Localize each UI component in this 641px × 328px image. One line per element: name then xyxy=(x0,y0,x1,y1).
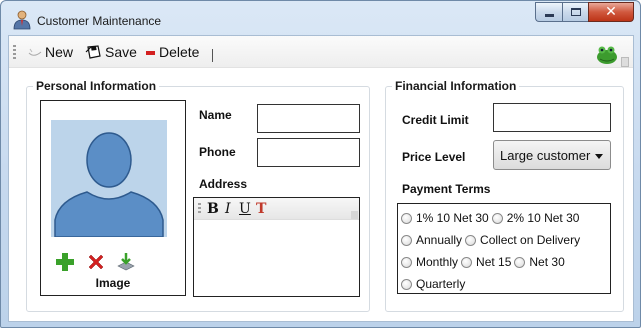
financial-information-group: Financial Information Credit Limit Price… xyxy=(385,79,624,312)
radio-icon[interactable] xyxy=(491,212,503,224)
payment-term-label: Collect on Delivery xyxy=(480,233,581,247)
financial-information-title: Financial Information xyxy=(392,79,520,93)
payment-term-label: 1% 10 Net 30 xyxy=(416,211,489,225)
formatting-toolbar-grip[interactable] xyxy=(198,203,201,215)
payment-term-label: 2% 10 Net 30 xyxy=(506,211,580,225)
user-icon xyxy=(13,10,31,30)
payment-term-option[interactable]: Net 30 xyxy=(514,251,565,273)
minimize-icon xyxy=(544,13,554,17)
client-area: New Save Delete Personal Information Ima… xyxy=(8,35,634,322)
save-disk-icon xyxy=(85,45,101,59)
toolbar-overflow-dropdown[interactable] xyxy=(621,57,629,67)
image-label: Image xyxy=(95,276,131,290)
phone-input[interactable] xyxy=(257,138,360,167)
window-title: Customer Maintenance xyxy=(37,14,162,28)
maximize-icon xyxy=(570,8,581,16)
italic-button[interactable]: I xyxy=(225,201,231,217)
payment-term-option[interactable]: Net 15 xyxy=(461,251,511,273)
frog-icon[interactable] xyxy=(595,44,619,66)
formatting-overflow-dropdown[interactable] xyxy=(351,211,358,219)
address-rich-text-box[interactable]: B I U T xyxy=(193,197,360,297)
radio-icon[interactable] xyxy=(461,256,473,268)
radio-icon[interactable] xyxy=(401,234,412,246)
address-label: Address xyxy=(199,177,248,191)
maximize-button[interactable] xyxy=(562,2,588,22)
radio-icon[interactable] xyxy=(465,234,477,246)
price-level-combobox[interactable]: Large customer xyxy=(493,140,611,170)
payment-term-label: Annually xyxy=(416,233,463,247)
payment-term-option[interactable]: 1% 10 Net 30 xyxy=(401,207,489,229)
remove-image-icon[interactable] xyxy=(86,252,106,272)
radio-icon[interactable] xyxy=(401,278,412,290)
delete-minus-icon xyxy=(146,51,155,55)
payment-term-option[interactable]: Annually xyxy=(401,229,462,251)
person-silhouette-icon xyxy=(54,132,164,237)
payment-term-label: Net 15 xyxy=(476,255,512,269)
price-level-value: Large customer xyxy=(500,148,591,163)
credit-limit-input[interactable] xyxy=(493,103,611,132)
personal-information-title: Personal Information xyxy=(33,79,160,93)
payment-term-option[interactable]: 2% 10 Net 30 xyxy=(491,207,580,229)
toolbar-separator xyxy=(212,49,213,62)
payment-term-label: Net 30 xyxy=(529,255,565,269)
underline-button[interactable]: U xyxy=(239,201,251,217)
payment-term-option[interactable]: Collect on Delivery xyxy=(465,229,580,251)
import-image-icon[interactable] xyxy=(116,251,136,271)
close-button[interactable]: ✕ xyxy=(588,2,634,22)
payment-terms-label: Payment Terms xyxy=(402,182,491,196)
new-button[interactable]: New xyxy=(27,44,73,60)
payment-term-label: Quarterly xyxy=(416,277,466,291)
radio-icon[interactable] xyxy=(514,256,526,268)
payment-terms-radio-group: 1% 10 Net 30 2% 10 Net 30 Annually Colle… xyxy=(397,203,611,294)
image-panel: Image xyxy=(40,100,186,296)
payment-term-label: Monthly xyxy=(416,255,459,269)
app-window: Customer Maintenance ✕ New Save Delete P… xyxy=(0,0,641,328)
minimize-button[interactable] xyxy=(535,2,562,22)
radio-icon[interactable] xyxy=(401,256,412,268)
close-icon: ✕ xyxy=(605,4,617,20)
delete-label: Delete xyxy=(159,44,200,60)
payment-term-option[interactable]: Quarterly xyxy=(401,273,465,295)
price-level-label: Price Level xyxy=(402,150,466,164)
font-button[interactable]: T xyxy=(256,201,266,217)
new-label: New xyxy=(45,44,74,60)
formatting-toolbar: B I U T xyxy=(194,198,359,220)
credit-limit-label: Credit Limit xyxy=(402,113,469,127)
personal-information-group: Personal Information Image Name Phone Ad… xyxy=(26,79,370,312)
radio-icon[interactable] xyxy=(401,212,412,224)
save-button[interactable]: Save xyxy=(85,44,137,60)
toolbar: New Save Delete xyxy=(9,36,633,68)
delete-button[interactable]: Delete xyxy=(145,44,199,60)
payment-terms-list: 1% 10 Net 30 2% 10 Net 30 Annually Colle… xyxy=(401,207,605,295)
customer-photo[interactable] xyxy=(51,120,167,237)
name-label: Name xyxy=(199,108,232,122)
toolbar-grip[interactable] xyxy=(13,45,16,61)
chevron-down-icon xyxy=(595,154,603,159)
bold-button[interactable]: B xyxy=(207,201,219,217)
add-image-icon[interactable] xyxy=(55,252,75,272)
name-input[interactable] xyxy=(257,104,360,133)
new-document-icon xyxy=(28,48,42,56)
phone-label: Phone xyxy=(199,145,236,159)
payment-term-option[interactable]: Monthly xyxy=(401,251,458,273)
save-label: Save xyxy=(105,44,137,60)
title-bar[interactable]: Customer Maintenance ✕ xyxy=(1,1,640,35)
window-controls: ✕ xyxy=(535,2,634,22)
